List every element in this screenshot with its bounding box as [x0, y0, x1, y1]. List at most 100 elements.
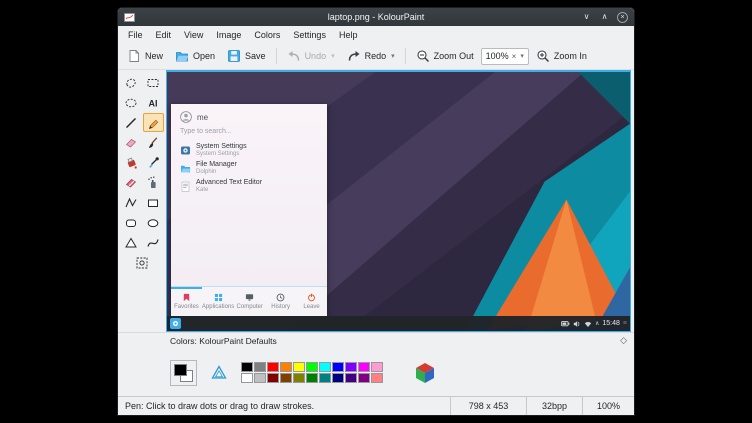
launcher-tab-history: History — [265, 287, 296, 316]
minimize-icon[interactable]: ∨ — [581, 12, 592, 23]
dock-float-icon[interactable]: ◇ — [620, 335, 627, 346]
close-icon[interactable]: × — [617, 12, 628, 23]
color-swatch[interactable] — [371, 373, 383, 383]
color-swatch[interactable] — [332, 373, 344, 383]
rectangular-selection-icon — [146, 76, 160, 90]
menu-file[interactable]: File — [122, 28, 149, 42]
color-similarity-icon[interactable] — [211, 365, 227, 380]
zoom-in-button[interactable]: Zoom In — [531, 46, 592, 66]
undo-icon — [287, 49, 301, 63]
color-swatch[interactable] — [345, 362, 357, 372]
statusbar: Pen: Click to draw dots or drag to draw … — [118, 396, 634, 415]
colors-dock-body — [118, 349, 634, 396]
tool-color-eraser[interactable] — [121, 173, 142, 192]
tool-flood-fill[interactable] — [121, 153, 142, 172]
color-swatch[interactable] — [254, 362, 266, 372]
ellipse-tool-icon — [146, 216, 160, 230]
status-image-dimensions: 798 x 453 — [450, 397, 526, 415]
color-swatch[interactable] — [241, 373, 253, 383]
zoom-out-button[interactable]: Zoom Out — [411, 46, 479, 66]
rectangle-tool-icon — [146, 196, 160, 210]
menu-view[interactable]: View — [178, 28, 209, 42]
color-swatch[interactable] — [306, 362, 318, 372]
new-button[interactable]: New — [122, 46, 168, 66]
menu-edit[interactable]: Edit — [150, 28, 178, 42]
tool-eraser[interactable] — [121, 133, 142, 152]
canvas-viewport[interactable]: me Type to search... System SettingsSyst… — [166, 70, 631, 332]
tool-elliptical-selection[interactable] — [121, 93, 142, 112]
menu-help[interactable]: Help — [333, 28, 364, 42]
color-swatch[interactable] — [306, 373, 318, 383]
zoom-dropdown-chevron-icon[interactable]: ▾ — [520, 52, 524, 60]
zoom-combobox[interactable]: 100% × ▾ — [481, 48, 529, 65]
redo-button[interactable]: Redo ▾ — [342, 46, 400, 66]
new-document-icon — [127, 49, 141, 63]
maximize-icon[interactable]: ∧ — [599, 12, 610, 23]
tool-brush[interactable] — [143, 133, 164, 152]
launcher-tab-favorites: Favorites — [171, 287, 202, 316]
tool-spraycan[interactable] — [143, 173, 164, 192]
color-swatch[interactable] — [319, 362, 331, 372]
launcher-tab-applications: Applications — [202, 287, 234, 316]
launcher-tab-computer: Computer — [234, 287, 265, 316]
color-swatch[interactable] — [293, 373, 305, 383]
color-swatch[interactable] — [358, 373, 370, 383]
colors-dock-title: Colors: KolourPaint Defaults — [170, 336, 277, 346]
tool-ellipse[interactable] — [143, 213, 164, 232]
launcher-user-name: me — [197, 113, 208, 122]
color-swatch[interactable] — [319, 373, 331, 383]
open-folder-icon — [175, 49, 189, 63]
color-eraser-icon — [124, 176, 138, 190]
color-swatch[interactable] — [267, 373, 279, 383]
color-swatch[interactable] — [241, 362, 253, 372]
save-button[interactable]: Save — [222, 46, 271, 66]
text-tool-icon: AI — [146, 96, 160, 110]
foreground-background-swatch[interactable] — [170, 360, 197, 386]
clear-text-icon[interactable]: × — [512, 52, 517, 61]
redo-history-chevron-icon[interactable]: ▾ — [391, 52, 395, 60]
color-swatch[interactable] — [293, 362, 305, 372]
color-swatch[interactable] — [280, 362, 292, 372]
titlebar[interactable]: laptop.png - KolourPaint ∨ ∧ × — [118, 8, 634, 26]
color-swatch[interactable] — [345, 373, 357, 383]
palette-row-top — [241, 362, 383, 372]
tool-polygon[interactable] — [121, 233, 142, 252]
undo-history-chevron-icon[interactable]: ▾ — [331, 52, 335, 60]
color-swatch[interactable] — [267, 362, 279, 372]
tool-color-picker[interactable] — [143, 153, 164, 172]
tool-rectangle[interactable] — [143, 193, 164, 212]
open-button[interactable]: Open — [170, 46, 220, 66]
color-similarity-cube-button[interactable] — [415, 362, 435, 384]
panel-handle-icon: ≡ — [623, 320, 627, 327]
colors-dock-titlebar: Colors: KolourPaint Defaults ◇ — [118, 333, 634, 349]
menu-colors[interactable]: Colors — [248, 28, 286, 42]
color-swatch[interactable] — [332, 362, 344, 372]
tray-expand-icon: ∧ — [595, 321, 599, 327]
kolourpaint-window: laptop.png - KolourPaint ∨ ∧ × File Edit… — [118, 8, 634, 415]
tool-pen[interactable] — [143, 113, 164, 132]
undo-button[interactable]: Undo ▾ — [282, 46, 340, 66]
tool-rounded-rectangle[interactable] — [121, 213, 142, 232]
color-swatch[interactable] — [280, 373, 292, 383]
network-icon — [584, 320, 592, 328]
tool-free-form-selection[interactable] — [121, 73, 142, 92]
save-floppy-icon — [227, 49, 241, 63]
tool-zoom[interactable] — [132, 253, 153, 272]
zoom-tool-icon — [135, 256, 149, 270]
toolbar-separator — [276, 48, 277, 64]
tool-line[interactable] — [121, 113, 142, 132]
tool-connected-lines[interactable] — [121, 193, 142, 212]
menu-image[interactable]: Image — [210, 28, 247, 42]
battery-icon — [561, 320, 570, 328]
menu-settings[interactable]: Settings — [287, 28, 332, 42]
color-swatch[interactable] — [371, 362, 383, 372]
status-message: Pen: Click to draw dots or drag to draw … — [118, 397, 450, 415]
color-swatch[interactable] — [254, 373, 266, 383]
tool-rectangular-selection[interactable] — [143, 73, 164, 92]
color-swatch[interactable] — [358, 362, 370, 372]
tool-text[interactable]: AI — [143, 93, 164, 112]
foreground-color-swatch[interactable] — [174, 364, 187, 376]
tool-curve[interactable] — [143, 233, 164, 252]
zoom-value: 100% — [486, 51, 509, 61]
flood-fill-icon — [124, 156, 138, 170]
